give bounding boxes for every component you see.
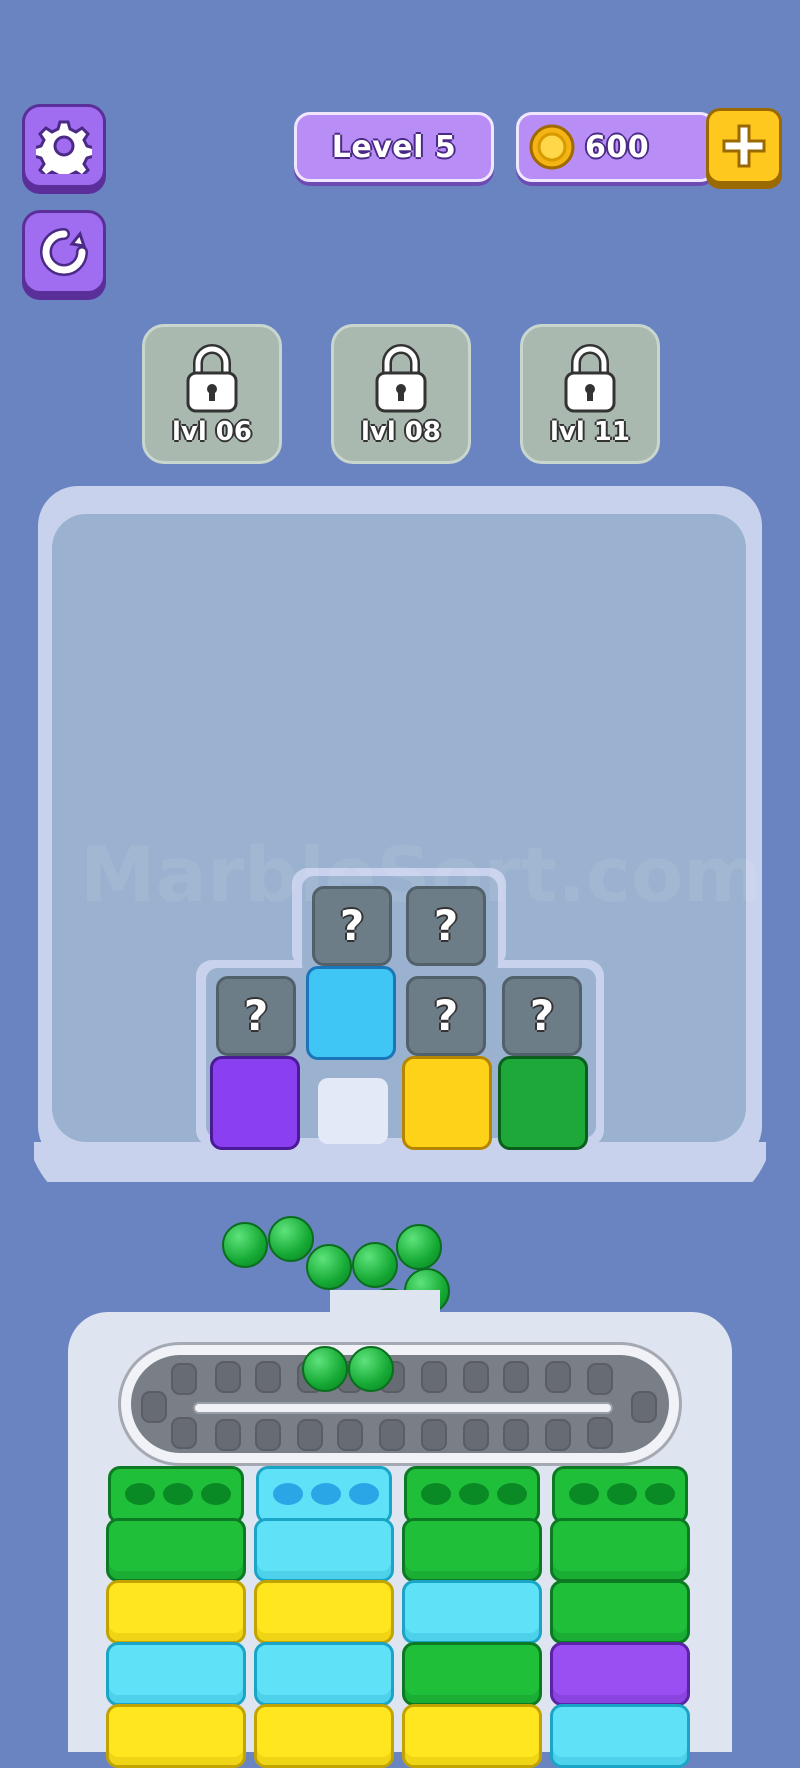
- lock-icon: [375, 344, 427, 413]
- column-block-cyan: [550, 1704, 690, 1768]
- lock-icon: [564, 344, 616, 413]
- column-hole: [273, 1483, 303, 1505]
- level-indicator: Level 5: [294, 112, 494, 182]
- empty-crate-slot[interactable]: [318, 1078, 388, 1144]
- lock-icon: [186, 344, 238, 413]
- funnel: [0, 1160, 800, 1300]
- crate-cyan[interactable]: [306, 966, 396, 1060]
- crate-green[interactable]: [498, 1056, 588, 1150]
- marble: [396, 1224, 442, 1270]
- column-hole: [349, 1483, 379, 1505]
- column-holder[interactable]: [256, 1466, 392, 1524]
- coin-counter: 600: [516, 112, 716, 182]
- column-block-green: [550, 1580, 690, 1644]
- column-hole: [125, 1483, 155, 1505]
- column-block-green: [402, 1642, 542, 1706]
- column-block-green: [550, 1518, 690, 1582]
- column-block-yellow: [106, 1580, 246, 1644]
- locked-slot-label: lvl 11: [549, 417, 630, 447]
- column-hole: [163, 1483, 193, 1505]
- level-label: Level 5: [331, 130, 457, 165]
- settings-button[interactable]: [22, 104, 106, 188]
- marble-on-belt: [348, 1346, 394, 1392]
- column-block-cyan: [402, 1580, 542, 1644]
- locked-slot-2[interactable]: lvl 08: [331, 324, 471, 464]
- locked-slot-label: lvl 06: [171, 417, 252, 447]
- marble: [352, 1242, 398, 1288]
- column-block-cyan: [254, 1518, 394, 1582]
- plus-icon: [722, 124, 766, 168]
- column-block-cyan: [106, 1642, 246, 1706]
- add-coins-button[interactable]: [706, 108, 782, 184]
- column-hole: [569, 1483, 599, 1505]
- funnel-neck: [330, 1290, 440, 1330]
- conveyor-track: [118, 1342, 682, 1466]
- column-holder[interactable]: [552, 1466, 688, 1524]
- marble: [306, 1244, 352, 1290]
- column-block-yellow: [402, 1704, 542, 1768]
- column-block-green: [402, 1518, 542, 1582]
- conveyor-rail: [193, 1402, 613, 1414]
- column-block-yellow: [254, 1580, 394, 1644]
- marble-on-belt: [302, 1346, 348, 1392]
- restart-button[interactable]: [22, 210, 106, 294]
- column-holder[interactable]: [404, 1466, 540, 1524]
- column-block-cyan: [254, 1642, 394, 1706]
- column-hole: [421, 1483, 451, 1505]
- mystery-crate[interactable]: ?: [216, 976, 296, 1056]
- coin-count: 600: [585, 130, 650, 165]
- conveyor-belt: [131, 1355, 669, 1453]
- crate-yellow[interactable]: [402, 1056, 492, 1150]
- column-block-purple: [550, 1642, 690, 1706]
- mystery-crate[interactable]: ?: [406, 976, 486, 1056]
- locked-slot-label: lvl 08: [360, 417, 441, 447]
- mystery-crate[interactable]: ?: [406, 886, 486, 966]
- marble: [222, 1222, 268, 1268]
- mystery-crate[interactable]: ?: [502, 976, 582, 1056]
- restart-icon: [40, 228, 88, 276]
- coin-icon: [529, 124, 575, 170]
- column-block-green: [106, 1518, 246, 1582]
- column-holder[interactable]: [108, 1466, 244, 1524]
- column-hole: [201, 1483, 231, 1505]
- locked-slot-1[interactable]: lvl 06: [142, 324, 282, 464]
- column-block-yellow: [254, 1704, 394, 1768]
- locked-slot-3[interactable]: lvl 11: [520, 324, 660, 464]
- watermark: MarbleSort.com: [80, 830, 763, 919]
- crate-purple[interactable]: [210, 1056, 300, 1150]
- column-hole: [497, 1483, 527, 1505]
- column-hole: [645, 1483, 675, 1505]
- marble: [268, 1216, 314, 1262]
- column-block-yellow: [106, 1704, 246, 1768]
- mystery-crate[interactable]: ?: [312, 886, 392, 966]
- column-hole: [607, 1483, 637, 1505]
- gear-icon: [36, 120, 92, 174]
- column-hole: [459, 1483, 489, 1505]
- column-hole: [311, 1483, 341, 1505]
